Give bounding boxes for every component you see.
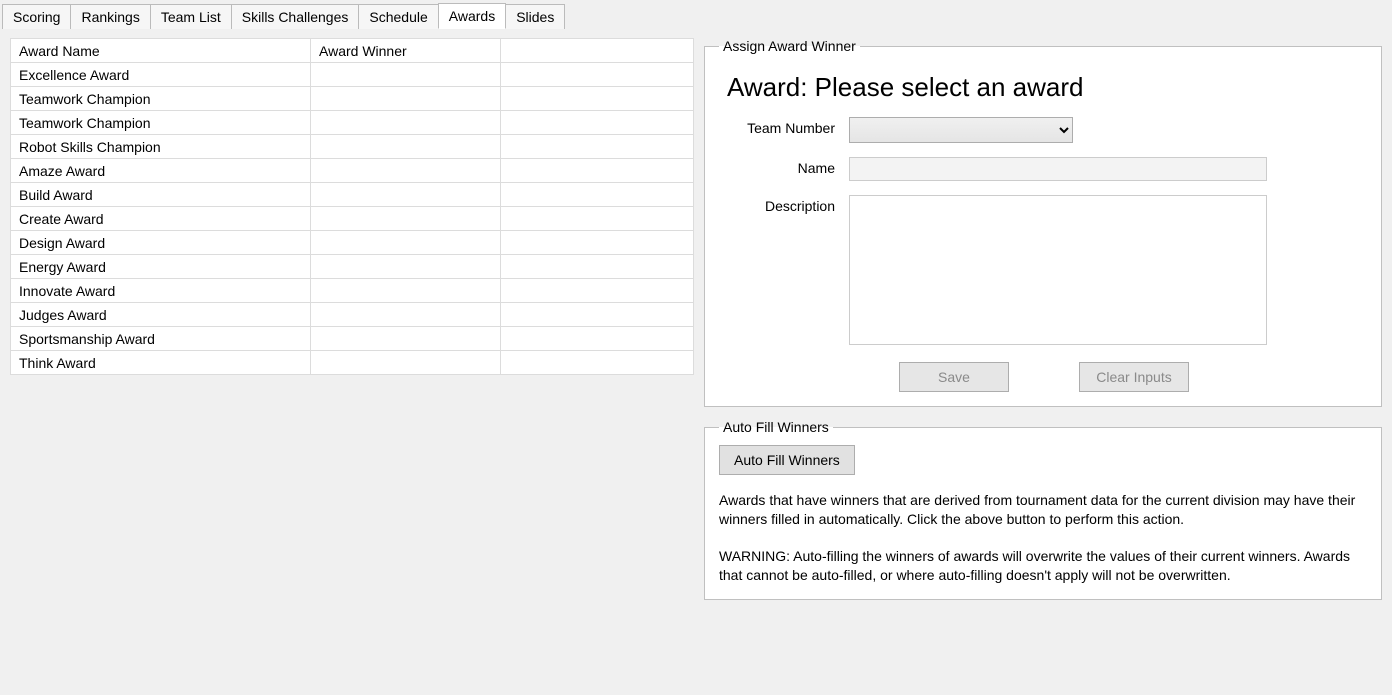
award-blank-cell[interactable] — [501, 111, 694, 135]
award-winner-cell[interactable] — [311, 159, 501, 183]
table-row[interactable]: Sportsmanship Award — [11, 327, 694, 351]
award-winner-cell[interactable] — [311, 303, 501, 327]
award-blank-cell[interactable] — [501, 159, 694, 183]
table-row[interactable]: Build Award — [11, 183, 694, 207]
award-name-cell[interactable]: Robot Skills Champion — [11, 135, 311, 159]
award-heading: Award: Please select an award — [727, 72, 1367, 103]
table-row[interactable]: Design Award — [11, 231, 694, 255]
table-row[interactable]: Create Award — [11, 207, 694, 231]
award-winner-cell[interactable] — [311, 279, 501, 303]
table-row[interactable]: Judges Award — [11, 303, 694, 327]
name-input[interactable] — [849, 157, 1267, 181]
autofill-warning: WARNING: Auto-filling the winners of awa… — [719, 547, 1367, 585]
autofill-panel: Auto Fill Winners Auto Fill Winners Awar… — [704, 419, 1382, 600]
award-blank-cell[interactable] — [501, 303, 694, 327]
team-number-select[interactable] — [849, 117, 1073, 143]
save-button[interactable]: Save — [899, 362, 1009, 392]
table-row[interactable]: Robot Skills Champion — [11, 135, 694, 159]
table-row[interactable]: Teamwork Champion — [11, 87, 694, 111]
right-pane: Assign Award Winner Award: Please select… — [700, 28, 1392, 695]
award-winner-cell[interactable] — [311, 135, 501, 159]
description-label: Description — [719, 195, 849, 214]
assign-award-legend: Assign Award Winner — [719, 38, 860, 54]
award-blank-cell[interactable] — [501, 207, 694, 231]
tab-rankings[interactable]: Rankings — [70, 4, 150, 29]
award-winner-cell[interactable] — [311, 63, 501, 87]
award-name-cell[interactable]: Teamwork Champion — [11, 111, 311, 135]
award-blank-cell[interactable] — [501, 183, 694, 207]
award-winner-cell[interactable] — [311, 255, 501, 279]
clear-inputs-button[interactable]: Clear Inputs — [1079, 362, 1189, 392]
award-winner-cell[interactable] — [311, 183, 501, 207]
award-name-cell[interactable]: Create Award — [11, 207, 311, 231]
team-number-label: Team Number — [719, 117, 849, 136]
award-name-cell[interactable]: Amaze Award — [11, 159, 311, 183]
award-blank-cell[interactable] — [501, 87, 694, 111]
autofill-button[interactable]: Auto Fill Winners — [719, 445, 855, 475]
award-blank-cell[interactable] — [501, 135, 694, 159]
tab-bar: ScoringRankingsTeam ListSkills Challenge… — [0, 0, 1392, 28]
tab-schedule[interactable]: Schedule — [358, 4, 438, 29]
table-row[interactable]: Amaze Award — [11, 159, 694, 183]
award-blank-cell[interactable] — [501, 351, 694, 375]
awards-table-pane: Award Name Award Winner Excellence Award… — [0, 28, 700, 695]
tab-skills-challenges[interactable]: Skills Challenges — [231, 4, 360, 29]
content-area: Award Name Award Winner Excellence Award… — [0, 28, 1392, 695]
award-winner-cell[interactable] — [311, 111, 501, 135]
table-row[interactable]: Energy Award — [11, 255, 694, 279]
award-blank-cell[interactable] — [501, 255, 694, 279]
award-name-cell[interactable]: Innovate Award — [11, 279, 311, 303]
assign-award-panel: Assign Award Winner Award: Please select… — [704, 38, 1382, 407]
award-name-cell[interactable]: Teamwork Champion — [11, 87, 311, 111]
award-name-cell[interactable]: Sportsmanship Award — [11, 327, 311, 351]
awards-table-header-name[interactable]: Award Name — [11, 39, 311, 63]
award-winner-cell[interactable] — [311, 207, 501, 231]
autofill-paragraph: Awards that have winners that are derive… — [719, 491, 1367, 529]
award-name-cell[interactable]: Energy Award — [11, 255, 311, 279]
awards-table-header-blank[interactable] — [501, 39, 694, 63]
awards-table[interactable]: Award Name Award Winner Excellence Award… — [10, 38, 694, 375]
description-textarea[interactable] — [849, 195, 1267, 345]
award-winner-cell[interactable] — [311, 327, 501, 351]
award-blank-cell[interactable] — [501, 279, 694, 303]
award-blank-cell[interactable] — [501, 63, 694, 87]
award-blank-cell[interactable] — [501, 231, 694, 255]
name-label: Name — [719, 157, 849, 176]
award-winner-cell[interactable] — [311, 231, 501, 255]
award-name-cell[interactable]: Build Award — [11, 183, 311, 207]
table-row[interactable]: Think Award — [11, 351, 694, 375]
award-name-cell[interactable]: Excellence Award — [11, 63, 311, 87]
award-winner-cell[interactable] — [311, 87, 501, 111]
award-name-cell[interactable]: Judges Award — [11, 303, 311, 327]
tab-slides[interactable]: Slides — [505, 4, 565, 29]
table-row[interactable]: Innovate Award — [11, 279, 694, 303]
award-name-cell[interactable]: Design Award — [11, 231, 311, 255]
table-row[interactable]: Teamwork Champion — [11, 111, 694, 135]
table-row[interactable]: Excellence Award — [11, 63, 694, 87]
autofill-legend: Auto Fill Winners — [719, 419, 833, 435]
tab-scoring[interactable]: Scoring — [2, 4, 71, 29]
tab-awards[interactable]: Awards — [438, 3, 506, 29]
award-winner-cell[interactable] — [311, 351, 501, 375]
award-name-cell[interactable]: Think Award — [11, 351, 311, 375]
tab-team-list[interactable]: Team List — [150, 4, 232, 29]
awards-table-header-winner[interactable]: Award Winner — [311, 39, 501, 63]
award-blank-cell[interactable] — [501, 327, 694, 351]
